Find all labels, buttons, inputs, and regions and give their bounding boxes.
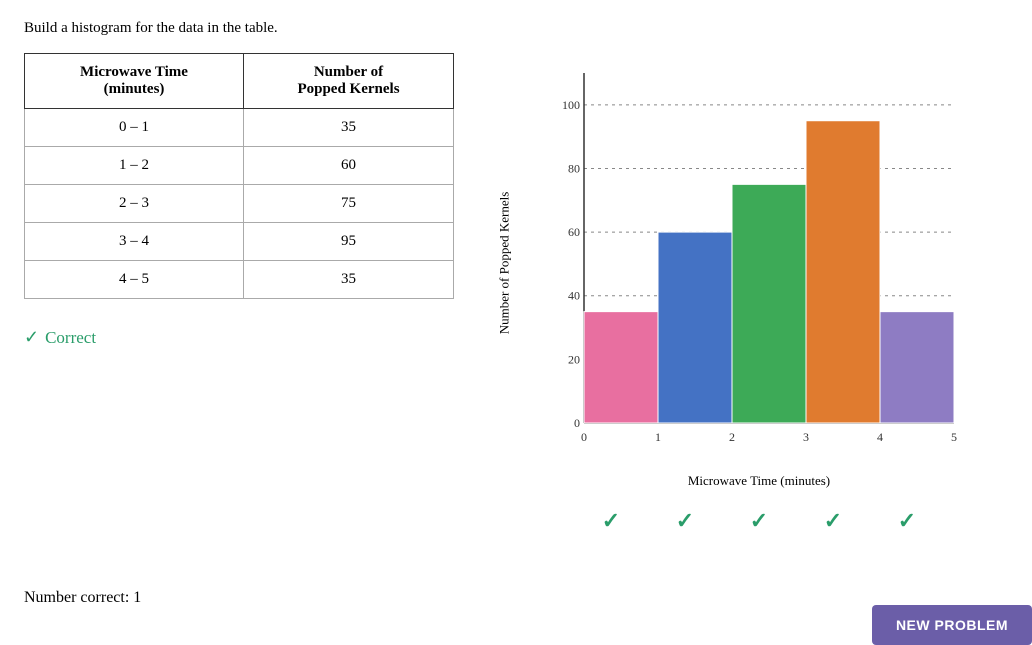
y-axis-label-container: Number of Popped Kernels [494, 63, 514, 463]
value-cell: 95 [244, 223, 454, 261]
instruction-text: Build a histogram for the data in the ta… [24, 20, 1008, 37]
chart-container: Number of Popped Kernels 0 20 40 60 80 100 0 1 2… [494, 53, 984, 573]
svg-text:100: 100 [562, 98, 580, 112]
svg-text:5: 5 [951, 430, 957, 444]
range-cell: 3 – 4 [25, 223, 244, 261]
svg-text:2: 2 [729, 430, 735, 444]
check-icon-4: ✓ [898, 508, 916, 534]
table-row: 2 – 375 [25, 185, 454, 223]
svg-text:40: 40 [568, 289, 580, 303]
correct-check-icon: ✓ [24, 327, 39, 348]
check-icon-3: ✓ [824, 508, 842, 534]
value-cell: 35 [244, 261, 454, 299]
chart-area: 0 20 40 60 80 100 0 1 2 3 4 5 [554, 63, 964, 463]
svg-text:3: 3 [803, 430, 809, 444]
value-cell: 35 [244, 109, 454, 147]
svg-text:4: 4 [877, 430, 883, 444]
y-axis-label: Number of Popped Kernels [496, 192, 512, 335]
table-row: 0 – 135 [25, 109, 454, 147]
main-layout: Microwave Time(minutes) Number ofPopped … [24, 53, 1008, 573]
right-panel: Number of Popped Kernels 0 20 40 60 80 100 0 1 2… [494, 53, 1008, 573]
svg-text:0: 0 [574, 416, 580, 430]
svg-text:0: 0 [581, 430, 587, 444]
check-icon-1: ✓ [676, 508, 694, 534]
num-correct-label: Number correct: 1 [24, 589, 141, 607]
range-cell: 2 – 3 [25, 185, 244, 223]
left-panel: Microwave Time(minutes) Number ofPopped … [24, 53, 454, 348]
value-cell: 75 [244, 185, 454, 223]
bottom-row: Number correct: 1 NEW PROBLEM [24, 589, 1008, 607]
value-cell: 60 [244, 147, 454, 185]
col1-header: Microwave Time(minutes) [25, 54, 244, 109]
correct-message: ✓ Correct [24, 327, 454, 348]
correct-label: Correct [45, 328, 96, 348]
histogram-svg: 0 20 40 60 80 100 0 1 2 3 4 5 [554, 63, 964, 463]
svg-text:20: 20 [568, 352, 580, 366]
range-cell: 4 – 5 [25, 261, 244, 299]
table-row: 1 – 260 [25, 147, 454, 185]
check-icon-2: ✓ [750, 508, 768, 534]
col2-header: Number ofPopped Kernels [244, 54, 454, 109]
svg-text:80: 80 [568, 161, 580, 175]
x-axis-label: Microwave Time (minutes) [554, 473, 964, 489]
new-problem-button[interactable]: NEW PROBLEM [872, 605, 1032, 645]
svg-text:60: 60 [568, 225, 580, 239]
range-cell: 1 – 2 [25, 147, 244, 185]
table-row: 3 – 495 [25, 223, 454, 261]
data-table: Microwave Time(minutes) Number ofPopped … [24, 53, 454, 299]
range-cell: 0 – 1 [25, 109, 244, 147]
check-icon-0: ✓ [602, 508, 620, 534]
svg-text:1: 1 [655, 430, 661, 444]
check-row: ✓ ✓ ✓ ✓ ✓ [554, 508, 964, 534]
table-row: 4 – 535 [25, 261, 454, 299]
